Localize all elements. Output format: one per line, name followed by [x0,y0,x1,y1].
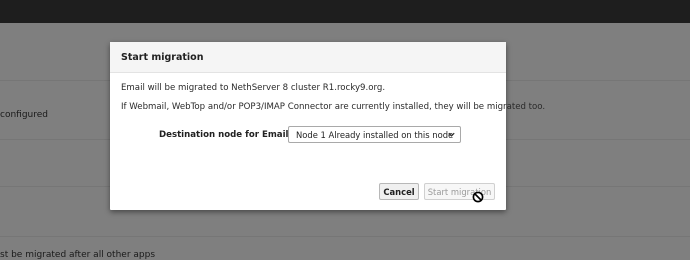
dialog-header: Start migration [110,42,506,73]
not-allowed-icon [472,191,484,203]
top-bar [0,0,690,23]
background-row-text: configured [0,110,48,120]
start-migration-button[interactable]: Start migration [424,183,495,200]
background-divider [0,236,690,237]
start-migration-dialog: Start migration Email will be migrated t… [110,42,545,210]
cancel-button[interactable]: Cancel [379,183,419,200]
dialog-title: Start migration [121,51,204,63]
destination-node-label: Destination node for Email [159,130,289,140]
migration-target-message: Email will be migrated to NethServer 8 c… [121,83,386,93]
chevron-down-icon [448,132,455,137]
destination-node-select[interactable]: Node 1 Already installed on this node [288,126,461,143]
migration-connectors-message: If Webmail, WebTop and/or POP3/IMAP Conn… [121,102,546,112]
destination-node-value: Node 1 Already installed on this node [296,129,454,140]
cancel-button-label: Cancel [383,186,415,197]
